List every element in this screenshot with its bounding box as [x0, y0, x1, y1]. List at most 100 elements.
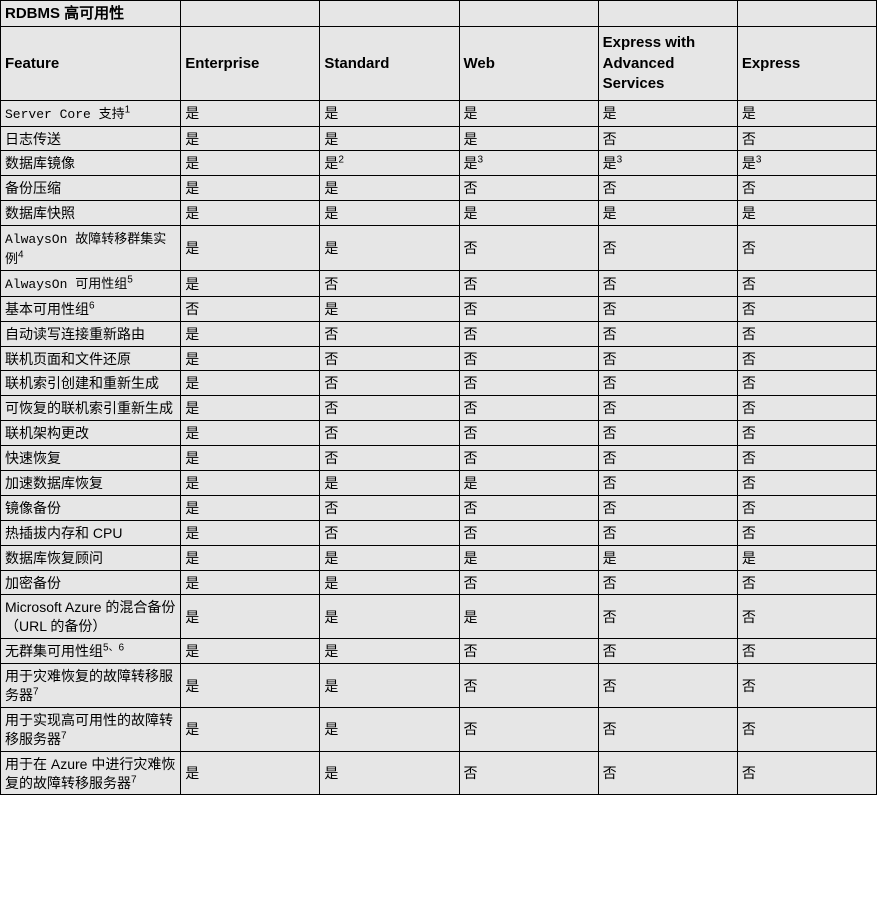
value-cell: 否	[181, 296, 320, 321]
col-header-express-adv: Express with Advanced Services	[598, 27, 737, 101]
value-cell: 否	[459, 421, 598, 446]
value-cell: 是	[181, 707, 320, 751]
value-cell: 是	[320, 296, 459, 321]
table-row: 用于灾难恢复的故障转移服务器7是是否否否	[1, 664, 877, 708]
feature-cell: 数据库镜像	[1, 151, 181, 176]
value-cell: 是	[737, 101, 876, 127]
value-cell: 否	[598, 664, 737, 708]
feature-cell: 日志传送	[1, 126, 181, 151]
value-cell: 否	[320, 495, 459, 520]
feature-cell: 基本可用性组6	[1, 296, 181, 321]
value-cell: 否	[737, 751, 876, 795]
value-cell: 否	[459, 226, 598, 271]
value-cell: 否	[320, 520, 459, 545]
feature-cell: 加密备份	[1, 570, 181, 595]
feature-cell: 备份压缩	[1, 176, 181, 201]
table-row: 数据库恢复顾问是是是是是	[1, 545, 877, 570]
col-header-feature: Feature	[1, 27, 181, 101]
value-cell: 是	[598, 545, 737, 570]
feature-cell: Server Core 支持1	[1, 101, 181, 127]
value-cell: 否	[598, 446, 737, 471]
value-cell: 是3	[459, 151, 598, 176]
value-cell: 否	[598, 271, 737, 297]
value-cell: 否	[598, 296, 737, 321]
table-row: 镜像备份是否否否否	[1, 495, 877, 520]
feature-comparison-table: RDBMS 高可用性 Feature Enterprise Standard W…	[0, 0, 877, 795]
value-cell: 是	[181, 545, 320, 570]
value-cell: 是	[181, 520, 320, 545]
table-row: Server Core 支持1是是是是是	[1, 101, 877, 127]
value-cell: 否	[598, 707, 737, 751]
value-cell: 否	[320, 446, 459, 471]
value-cell: 否	[737, 446, 876, 471]
value-cell: 否	[737, 520, 876, 545]
value-cell: 否	[737, 570, 876, 595]
value-cell: 否	[598, 495, 737, 520]
feature-cell: 用于灾难恢复的故障转移服务器7	[1, 664, 181, 708]
value-cell: 否	[459, 271, 598, 297]
table-row: 数据库镜像是是2是3是3是3	[1, 151, 877, 176]
value-cell: 否	[737, 421, 876, 446]
value-cell: 是	[459, 101, 598, 127]
value-cell: 否	[737, 371, 876, 396]
value-cell: 是	[320, 176, 459, 201]
value-cell: 是	[181, 664, 320, 708]
value-cell: 否	[737, 595, 876, 639]
col-header-express: Express	[737, 27, 876, 101]
value-cell: 是	[181, 126, 320, 151]
table-row: 用于实现高可用性的故障转移服务器7是是否否否	[1, 707, 877, 751]
value-cell: 否	[598, 570, 737, 595]
table-row: 加速数据库恢复是是是否否	[1, 470, 877, 495]
value-cell: 否	[459, 446, 598, 471]
value-cell: 是	[320, 101, 459, 127]
value-cell: 否	[320, 346, 459, 371]
value-cell: 否	[459, 707, 598, 751]
value-cell: 否	[598, 346, 737, 371]
value-cell: 否	[598, 226, 737, 271]
value-cell: 否	[459, 396, 598, 421]
value-cell: 否	[737, 470, 876, 495]
value-cell: 否	[737, 226, 876, 271]
value-cell: 是	[181, 595, 320, 639]
value-cell: 否	[459, 346, 598, 371]
value-cell: 是	[181, 470, 320, 495]
value-cell: 否	[598, 396, 737, 421]
table-row: 自动读写连接重新路由是否否否否	[1, 321, 877, 346]
value-cell: 是	[181, 396, 320, 421]
value-cell: 否	[598, 371, 737, 396]
value-cell: 是	[459, 595, 598, 639]
value-cell: 是	[737, 201, 876, 226]
value-cell: 是	[320, 707, 459, 751]
feature-cell: AlwaysOn 可用性组5	[1, 271, 181, 297]
feature-cell: 数据库恢复顾问	[1, 545, 181, 570]
feature-cell: 联机页面和文件还原	[1, 346, 181, 371]
value-cell: 否	[598, 470, 737, 495]
feature-cell: 热插拔内存和 CPU	[1, 520, 181, 545]
value-cell: 是	[737, 545, 876, 570]
value-cell: 否	[459, 639, 598, 664]
feature-cell: 快速恢复	[1, 446, 181, 471]
value-cell: 是2	[320, 151, 459, 176]
value-cell: 是	[181, 321, 320, 346]
table-row: 可恢复的联机索引重新生成是否否否否	[1, 396, 877, 421]
col-header-web: Web	[459, 27, 598, 101]
feature-cell: Microsoft Azure 的混合备份（URL 的备份）	[1, 595, 181, 639]
value-cell: 是	[181, 346, 320, 371]
value-cell: 是	[320, 639, 459, 664]
value-cell: 是	[320, 595, 459, 639]
table-row: Microsoft Azure 的混合备份（URL 的备份）是是是否否	[1, 595, 877, 639]
table-body: RDBMS 高可用性 Feature Enterprise Standard W…	[1, 1, 877, 795]
value-cell: 是	[181, 639, 320, 664]
value-cell: 否	[737, 396, 876, 421]
col-header-standard: Standard	[320, 27, 459, 101]
value-cell: 否	[598, 321, 737, 346]
value-cell: 否	[459, 664, 598, 708]
value-cell: 是	[320, 201, 459, 226]
value-cell: 是	[181, 446, 320, 471]
value-cell: 是	[320, 470, 459, 495]
table-row: 用于在 Azure 中进行灾难恢复的故障转移服务器7是是否否否	[1, 751, 877, 795]
value-cell: 否	[320, 396, 459, 421]
value-cell: 否	[320, 271, 459, 297]
value-cell: 是	[181, 371, 320, 396]
table-row: 加密备份是是否否否	[1, 570, 877, 595]
